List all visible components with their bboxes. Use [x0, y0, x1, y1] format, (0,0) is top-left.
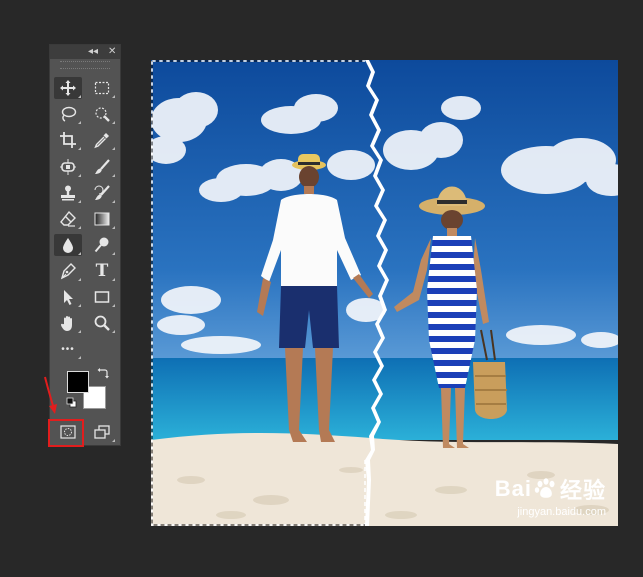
dodge-icon [94, 237, 109, 253]
arrow-icon [64, 290, 73, 305]
more-tools[interactable]: ••• [54, 338, 82, 360]
photo-beach-couple [151, 60, 618, 526]
quick-select-icon [95, 107, 110, 122]
history-brush-icon [94, 185, 110, 200]
gradient-tool[interactable] [88, 208, 116, 230]
drop-icon [63, 238, 73, 253]
document-canvas[interactable]: Bai 经验 jingyan.baidu.com [151, 60, 618, 526]
crop-icon [60, 132, 76, 148]
blur-tool[interactable] [54, 234, 82, 256]
panel-grip[interactable] [60, 61, 110, 69]
spot-heal-tool[interactable] [54, 156, 82, 178]
screen-mode-button[interactable] [88, 421, 116, 443]
type-tool[interactable]: T [88, 260, 116, 282]
brush-tool[interactable] [88, 156, 116, 178]
move-icon [60, 80, 76, 96]
shape-tool[interactable] [88, 286, 116, 308]
watermark-site: jingyan.baidu.com [517, 506, 606, 518]
pen-tool[interactable] [54, 260, 82, 282]
zoom-icon [94, 315, 110, 331]
eyedropper-icon [94, 133, 109, 149]
collapse-icon[interactable]: ◂◂ [88, 45, 98, 59]
zoom-tool[interactable] [88, 312, 116, 334]
red-arrow-annotation [44, 376, 57, 414]
ellipsis-icon: ••• [61, 343, 75, 355]
history-brush-tool[interactable] [88, 182, 116, 204]
close-icon[interactable]: ✕ [108, 45, 116, 59]
paw-icon [534, 478, 555, 498]
rectangle-icon [94, 291, 110, 303]
foreground-color-swatch[interactable] [67, 371, 89, 393]
pen-icon [60, 263, 76, 280]
type-icon: T [95, 261, 109, 281]
path-select-tool[interactable] [54, 286, 82, 308]
brush-icon [95, 159, 110, 174]
baidu-watermark: Bai 经验 jingyan.baidu.com [495, 473, 606, 518]
gradient-icon [94, 212, 110, 226]
crop-tool[interactable] [54, 129, 82, 151]
eraser-icon [60, 210, 76, 227]
rect-marquee-tool[interactable] [88, 77, 116, 99]
highlight-box [48, 419, 84, 447]
clone-stamp-tool[interactable] [54, 182, 82, 204]
move-tool[interactable] [54, 77, 82, 99]
rect-marquee-icon [94, 81, 110, 95]
eraser-tool[interactable] [54, 208, 82, 230]
quick-select-tool[interactable] [88, 103, 116, 125]
hand-tool[interactable] [54, 312, 82, 334]
dodge-tool[interactable] [88, 234, 116, 256]
screen-mode-icon [94, 425, 110, 439]
tools-panel-header: ◂◂ ✕ [50, 45, 120, 59]
default-colors-icon[interactable] [66, 397, 77, 408]
hand-icon [60, 316, 72, 331]
eyedropper-tool[interactable] [88, 129, 116, 151]
baidu-logo: Bai 经验 [494, 476, 606, 503]
lasso-tool[interactable] [54, 103, 82, 125]
stamp-icon [61, 185, 75, 201]
swap-colors-icon[interactable] [97, 367, 109, 379]
bandage-icon [60, 159, 76, 175]
lasso-icon [61, 106, 77, 122]
